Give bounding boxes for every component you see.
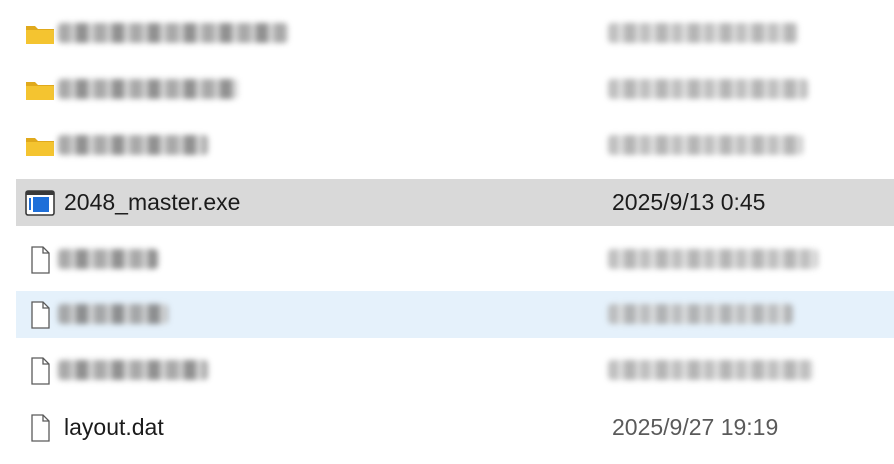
obscured-name (58, 249, 158, 269)
obscured-name (58, 360, 208, 380)
document-icon (24, 301, 56, 329)
obscured-name (58, 135, 208, 155)
date-modified: 2025/9/13 0:45 (612, 189, 766, 215)
folder-icon (24, 132, 56, 160)
obscured-date (608, 249, 818, 269)
application-icon (24, 189, 56, 217)
file-list: 2048_master.exe 2025/9/13 0:45 layout.da… (0, 0, 894, 464)
list-item-folder-3[interactable] (16, 122, 894, 169)
folder-icon (24, 76, 56, 104)
obscured-date (608, 360, 813, 380)
list-item-layout-dat[interactable]: layout.dat 2025/9/27 19:19 (16, 404, 894, 451)
list-item-folder-1[interactable] (16, 10, 894, 57)
obscured-date (608, 23, 798, 43)
obscured-name (58, 304, 168, 324)
list-item-folder-2[interactable] (16, 66, 894, 113)
document-icon (24, 414, 56, 442)
file-name: 2048_master.exe (64, 189, 241, 215)
list-item-2048-master-exe[interactable]: 2048_master.exe 2025/9/13 0:45 (16, 179, 894, 226)
document-icon (24, 246, 56, 274)
folder-icon (24, 20, 56, 48)
file-name: layout.dat (64, 414, 164, 440)
document-icon (24, 357, 56, 385)
list-item-file-1[interactable] (16, 236, 894, 283)
date-modified: 2025/9/27 19:19 (612, 414, 779, 440)
list-item-file-2[interactable] (16, 291, 894, 338)
obscured-name (58, 79, 238, 99)
obscured-date (608, 79, 808, 99)
obscured-date (608, 304, 793, 324)
list-item-file-3[interactable] (16, 347, 894, 394)
obscured-date (608, 135, 803, 155)
obscured-name (58, 23, 288, 43)
